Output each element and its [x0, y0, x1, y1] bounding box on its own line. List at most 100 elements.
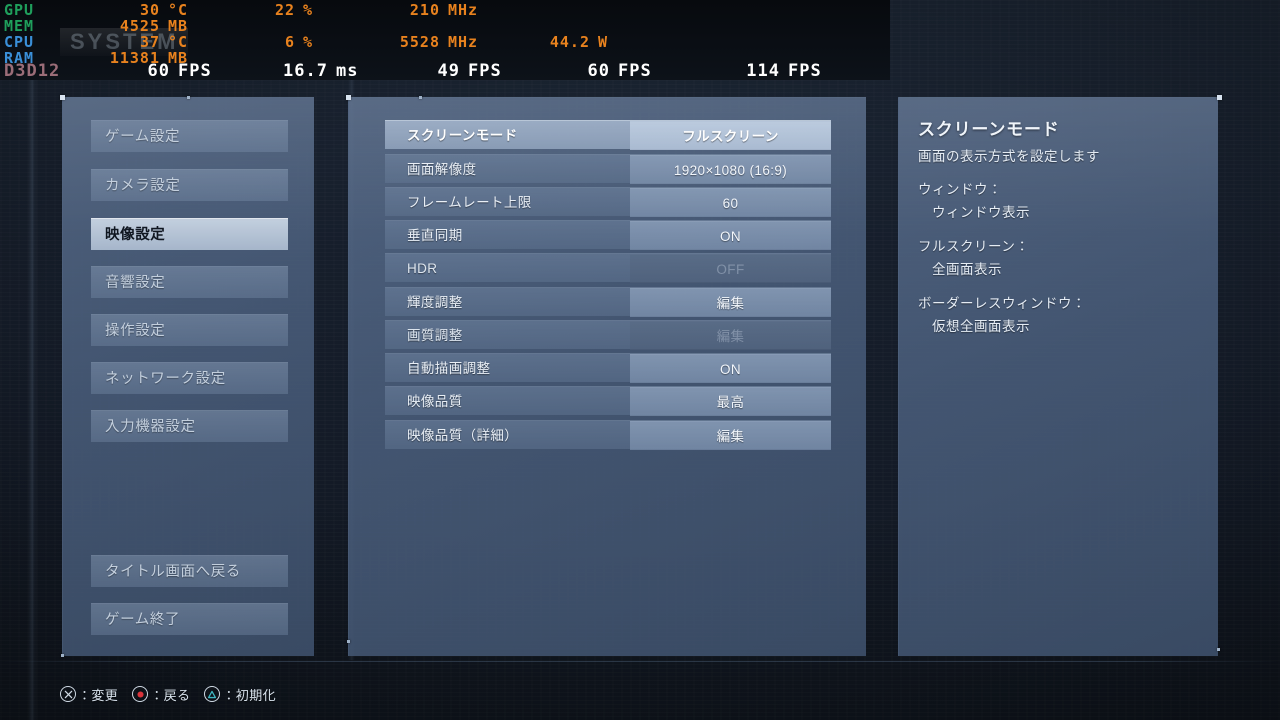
- sidebar-item-label: カメラ設定: [105, 178, 181, 194]
- setting-value-box[interactable]: ON: [630, 354, 831, 383]
- setting-value-box[interactable]: 編集: [630, 421, 831, 450]
- osd-frametime: 16.7: [283, 61, 328, 80]
- panel-corner-marker-bottom: [1217, 648, 1220, 651]
- osd-fps-current: 60: [147, 61, 170, 80]
- osd-label-api: D3D12: [4, 61, 61, 80]
- settings-panel: スクリーンモード フルスクリーン 画面解像度 1920×1080 (16:9) …: [346, 95, 866, 656]
- sidebar-item-controls[interactable]: 操作設定: [91, 314, 288, 346]
- setting-row-auto-render-adjust[interactable]: 自動描画調整 ON: [385, 353, 831, 383]
- setting-label: 垂直同期: [407, 228, 463, 243]
- setting-value-box: 編集: [630, 321, 831, 350]
- help-term: ウィンドウ：: [918, 182, 1002, 197]
- setting-row-screen-mode[interactable]: スクリーンモード フルスクリーン: [385, 120, 831, 150]
- setting-value-box[interactable]: 編集: [630, 288, 831, 317]
- setting-value-box[interactable]: 最高: [630, 387, 831, 416]
- osd-gpu-clock-unit: MHz: [448, 1, 479, 19]
- sidebar-item-video[interactable]: 映像設定: [91, 218, 288, 250]
- sidebar-item-input[interactable]: 入力機器設定: [91, 410, 288, 442]
- osd-cpu-temp: 37: [139, 33, 160, 51]
- osd-row-gpu: GPU 30 °C 22 % 210 MHz: [0, 2, 890, 18]
- setting-row-hdr: HDR OFF: [385, 253, 831, 283]
- panel-corner-marker-bottom: [347, 640, 350, 643]
- setting-row-image-quality-adjust: 画質調整 編集: [385, 320, 831, 350]
- setting-value: 60: [722, 196, 739, 211]
- setting-label: フレームレート上限: [407, 195, 532, 210]
- return-to-title-label: タイトル画面へ戻る: [105, 564, 241, 580]
- setting-label: スクリーンモード: [407, 128, 518, 143]
- sidebar-item-label: ゲーム設定: [105, 129, 181, 145]
- osd-fps-min: 49: [437, 61, 460, 80]
- circle-button-icon: [132, 686, 149, 702]
- help-option-window: ウィンドウ： ウィンドウ表示: [918, 178, 1208, 221]
- setting-row-video-quality-detail[interactable]: 映像品質（詳細） 編集: [385, 420, 831, 450]
- setting-label: 自動描画調整: [407, 361, 491, 376]
- sidebar-item-game[interactable]: ゲーム設定: [91, 120, 288, 152]
- osd-fps-min-unit: FPS: [468, 61, 502, 80]
- hint-change[interactable]: ：変更: [60, 685, 118, 704]
- help-option-borderless: ボーダーレスウィンドウ： 仮想全画面表示: [918, 292, 1208, 335]
- help-definition: 全画面表示: [932, 262, 1002, 277]
- help-description: 画面の表示方式を設定します: [918, 149, 1100, 164]
- osd-gpu-temp-unit: °C: [168, 1, 189, 19]
- setting-label: 映像品質（詳細）: [407, 428, 519, 443]
- panel-corner-marker: [346, 95, 351, 100]
- osd-label-cpu: CPU: [4, 33, 35, 51]
- setting-label: 画質調整: [407, 328, 463, 343]
- panel-corner-marker: [1217, 95, 1222, 100]
- setting-row-vsync[interactable]: 垂直同期 ON: [385, 220, 831, 250]
- hint-reset[interactable]: ：初期化: [204, 685, 276, 704]
- sidebar-item-label: ネットワーク設定: [105, 371, 226, 387]
- setting-value-box[interactable]: ON: [630, 221, 831, 250]
- triangle-button-icon: [204, 686, 221, 702]
- hint-back[interactable]: ：戻る: [132, 685, 190, 704]
- hint-change-label: ：変更: [78, 687, 119, 703]
- setting-row-resolution[interactable]: 画面解像度 1920×1080 (16:9): [385, 154, 831, 184]
- osd-fps-max-unit: FPS: [788, 61, 822, 80]
- setting-value-box[interactable]: 60: [630, 188, 831, 217]
- osd-gpu-temp: 30: [139, 1, 160, 19]
- osd-mem-unit: MB: [168, 17, 189, 35]
- sidebar-item-label: 音響設定: [105, 275, 166, 291]
- sidebar-item-label: 映像設定: [105, 227, 166, 243]
- sidebar-item-camera[interactable]: カメラ設定: [91, 169, 288, 201]
- setting-value: 編集: [716, 296, 745, 311]
- setting-label: HDR: [407, 261, 438, 276]
- setting-value: OFF: [716, 262, 745, 277]
- setting-label: 画面解像度: [407, 162, 477, 177]
- osd-label-gpu: GPU: [4, 1, 35, 19]
- osd-cpu-temp-unit: °C: [168, 33, 189, 51]
- osd-label-mem: MEM: [4, 17, 35, 35]
- return-to-title-button[interactable]: タイトル画面へ戻る: [91, 555, 288, 587]
- setting-value: ON: [719, 229, 742, 244]
- osd-cpu-load-unit: %: [303, 33, 314, 51]
- sidebar-item-network[interactable]: ネットワーク設定: [91, 362, 288, 394]
- osd-cpu-power-unit: W: [598, 33, 609, 51]
- panel-edge-marker: [419, 96, 422, 99]
- setting-value-box[interactable]: 1920×1080 (16:9): [630, 155, 831, 184]
- sidebar-item-label: 入力機器設定: [105, 419, 196, 435]
- setting-row-video-quality[interactable]: 映像品質 最高: [385, 386, 831, 416]
- help-option-fullscreen: フルスクリーン： 全画面表示: [918, 235, 1208, 278]
- setting-value-box[interactable]: フルスクリーン: [630, 121, 831, 150]
- osd-fps-current-unit: FPS: [178, 61, 212, 80]
- help-definition: 仮想全画面表示: [932, 319, 1030, 334]
- setting-value: 1920×1080 (16:9): [673, 163, 788, 178]
- setting-value: ON: [719, 362, 742, 377]
- osd-fps-avg: 60: [587, 61, 610, 80]
- setting-row-brightness[interactable]: 輝度調整 編集: [385, 287, 831, 317]
- osd-row-mem: MEM 4525 MB: [0, 18, 890, 34]
- panel-edge-marker: [187, 96, 190, 99]
- help-term: フルスクリーン：: [918, 239, 1030, 254]
- cross-button-icon: [60, 686, 76, 702]
- setting-row-framerate-cap[interactable]: フレームレート上限 60: [385, 187, 831, 217]
- setting-label: 輝度調整: [407, 295, 463, 310]
- setting-value: フルスクリーン: [682, 129, 779, 144]
- sidebar-item-label: 操作設定: [105, 323, 166, 339]
- osd-gpu-load: 22: [274, 1, 295, 19]
- hint-back-label: ：戻る: [150, 687, 191, 703]
- osd-cpu-power: 44.2: [549, 33, 590, 51]
- quit-game-button[interactable]: ゲーム終了: [91, 603, 288, 635]
- hint-reset-label: ：初期化: [222, 687, 277, 703]
- osd-frametime-unit: ms: [336, 61, 359, 80]
- sidebar-item-audio[interactable]: 音響設定: [91, 266, 288, 298]
